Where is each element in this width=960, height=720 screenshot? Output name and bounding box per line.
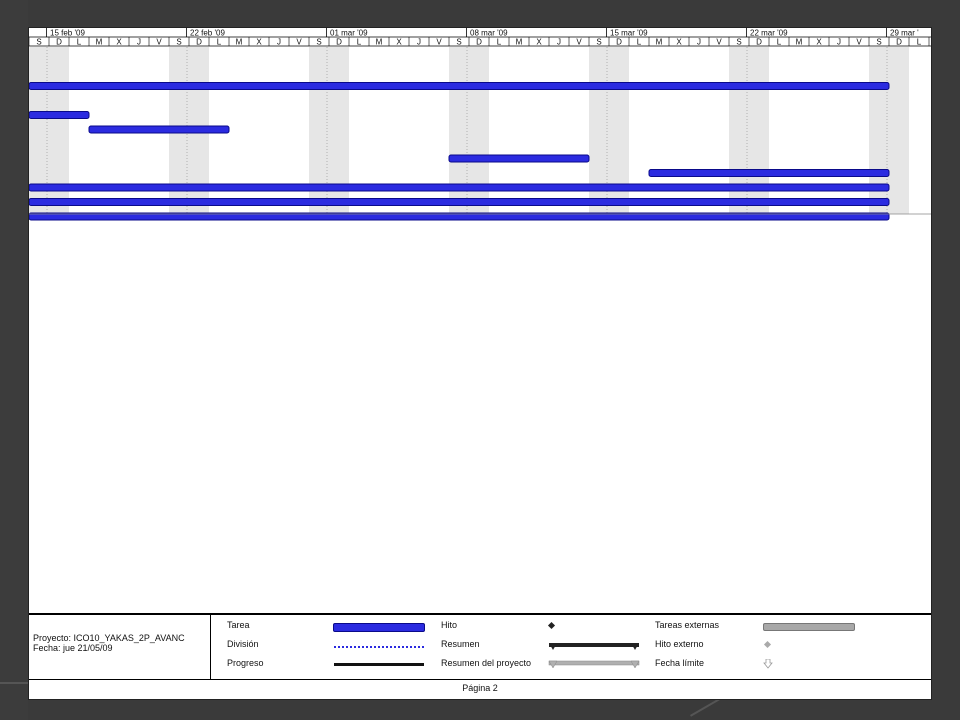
day-letter: X [116, 38, 122, 47]
day-letter: X [396, 38, 402, 47]
day-letter: J [417, 38, 421, 47]
day-letter: V [576, 38, 582, 47]
slide-left-frame [0, 0, 28, 720]
day-letter: X [536, 38, 542, 47]
legend-divider [210, 615, 211, 679]
task-bar [648, 169, 890, 177]
week-label: 01 mar '09 [330, 29, 368, 38]
day-letter: D [56, 38, 62, 47]
day-letter: S [36, 38, 41, 47]
legend-deadline-label: Fecha límite [655, 658, 705, 668]
legend-task-label: Tarea [227, 620, 250, 630]
day-letter: V [716, 38, 722, 47]
week-label: 15 feb '09 [50, 29, 85, 38]
day-letter: D [616, 38, 622, 47]
day-letter: L [217, 38, 222, 47]
task-bar [29, 198, 890, 206]
day-letter: M [96, 38, 103, 47]
legend-deadline-arrow-icon [763, 659, 773, 669]
day-letter: D [756, 38, 762, 47]
legend-milestone-diamond [547, 621, 556, 630]
day-letter: M [656, 38, 663, 47]
legend-progress-swatch [334, 663, 424, 666]
task-bar [29, 111, 90, 119]
legend-summary-label: Resumen [441, 639, 480, 649]
day-letter: S [876, 38, 881, 47]
day-letter: X [256, 38, 262, 47]
day-letter: M [236, 38, 243, 47]
day-letter: D [896, 38, 902, 47]
legend-external-milestone-diamond [763, 640, 772, 649]
legend-milestone-label: Hito [441, 620, 458, 630]
day-letter: X [676, 38, 682, 47]
gantt-chart: 15 feb '09 22 feb '09 01 mar '09 08 mar '09… [29, 28, 931, 221]
day-letter: L [917, 38, 922, 47]
week-label: 29 mar ' [890, 29, 919, 38]
day-letter: J [697, 38, 701, 47]
day-letter: D [196, 38, 202, 47]
week-label: 15 mar '09 [610, 29, 648, 38]
day-letter: S [456, 38, 461, 47]
day-letter: X [816, 38, 822, 47]
day-letter: D [476, 38, 482, 47]
day-letter: V [296, 38, 302, 47]
day-letter: M [796, 38, 803, 47]
decorative-line [0, 682, 30, 684]
gantt-page: 15 feb '09 22 feb '09 01 mar '09 08 mar '09… [28, 27, 932, 700]
day-letter: J [137, 38, 141, 47]
day-letter: L [77, 38, 82, 47]
day-letter: S [316, 38, 321, 47]
task-bar [29, 82, 890, 90]
day-letter: J [277, 38, 281, 47]
day-letter: V [436, 38, 442, 47]
task-bar [448, 154, 590, 163]
day-letter: D [336, 38, 342, 47]
legend-project-summary-swatch [548, 660, 640, 669]
day-letter: M [516, 38, 523, 47]
legend-progress-label: Progreso [227, 658, 264, 668]
page-footer: Página 2 [29, 678, 931, 698]
day-letter: V [156, 38, 162, 47]
legend-external-tasks-swatch [763, 623, 855, 631]
legend-panel: Proyecto: ICO10_YAKAS_2P_AVANC Fecha: ju… [29, 613, 931, 680]
week-label: 08 mar '09 [470, 29, 508, 38]
week-label: 22 feb '09 [190, 29, 225, 38]
day-letter: L [637, 38, 642, 47]
task-bar [29, 183, 890, 192]
day-letter: J [557, 38, 561, 47]
day-letter: L [357, 38, 362, 47]
day-letter: M [376, 38, 383, 47]
project-name: Proyecto: ICO10_YAKAS_2P_AVANC [33, 633, 185, 643]
legend-project-summary-label: Resumen del proyecto [441, 658, 532, 668]
legend-external-milestone-label: Hito externo [655, 639, 704, 649]
project-info: Proyecto: ICO10_YAKAS_2P_AVANC Fecha: ju… [33, 633, 185, 653]
week-label: 22 mar '09 [750, 29, 788, 38]
legend-task-swatch [333, 623, 425, 632]
page-number: Página 2 [462, 683, 498, 693]
task-bar [88, 125, 230, 134]
day-letter: S [176, 38, 181, 47]
legend-division-label: División [227, 639, 259, 649]
day-letter: S [596, 38, 601, 47]
day-letter: S [736, 38, 741, 47]
day-letter: J [837, 38, 841, 47]
day-letter: L [777, 38, 782, 47]
project-date: Fecha: jue 21/05/09 [33, 643, 113, 653]
legend-external-tasks-label: Tareas externas [655, 620, 720, 630]
legend-summary-swatch [549, 643, 639, 650]
legend-division-swatch [334, 646, 424, 648]
day-letter: V [856, 38, 862, 47]
day-letter: L [497, 38, 502, 47]
weekend-shade [889, 47, 909, 214]
